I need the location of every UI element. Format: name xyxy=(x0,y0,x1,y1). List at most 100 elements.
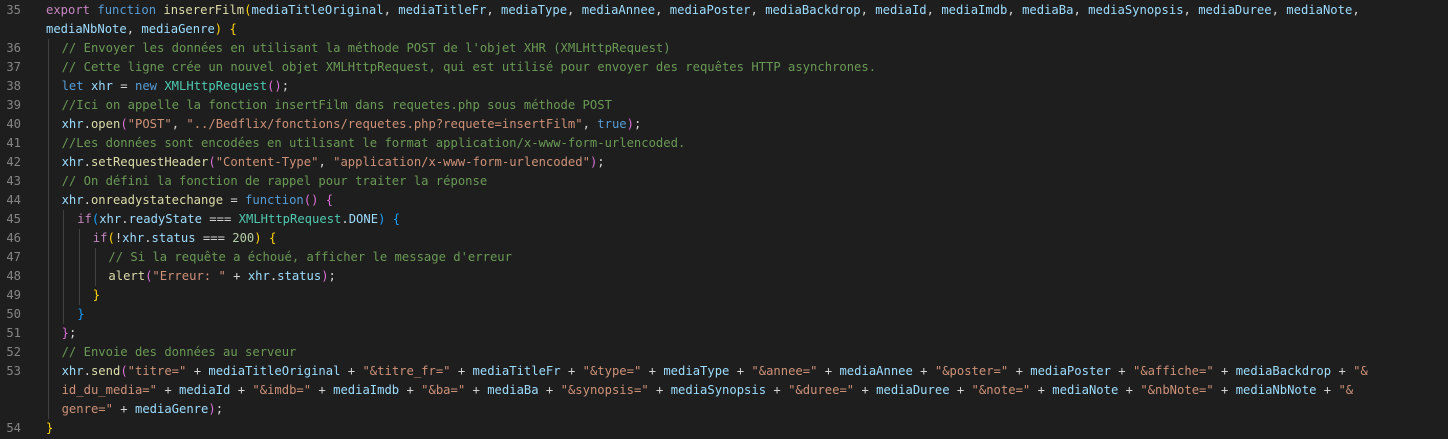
indent-guide xyxy=(63,305,64,324)
line-number: 45 xyxy=(6,212,21,226)
code-token: onreadystatechange xyxy=(90,193,224,207)
code-token: . xyxy=(121,212,129,226)
code-line[interactable]: genre=" + mediaGenre); xyxy=(0,400,1448,419)
code-token: new xyxy=(134,79,157,93)
code-text: alert("Erreur: " + xhr.status); xyxy=(108,267,336,286)
code-line[interactable]: 50} xyxy=(0,305,1448,324)
code-text: // Si la requête a échoué, afficher le m… xyxy=(108,248,512,267)
code-text: }; xyxy=(62,324,77,343)
code-line[interactable]: 48 alert("Erreur: " + xhr.status); xyxy=(0,267,1448,286)
code-token: mediaSynopsis xyxy=(670,383,767,397)
code-line[interactable]: mediaNbNote, mediaGenre) { xyxy=(0,20,1448,39)
code-token: export xyxy=(46,3,91,17)
code-token: // Cette ligne crée un nouvel objet XMLH… xyxy=(61,60,877,74)
code-text: xhr.send("titre=" + mediaTitleOriginal +… xyxy=(62,362,1368,381)
code-token: , xyxy=(318,155,334,169)
code-line[interactable]: 46 if(!xhr.status === 200) { xyxy=(0,229,1448,248)
code-token: "Erreur: " xyxy=(152,269,226,283)
indent-guide xyxy=(63,229,64,248)
code-token: mediaNote xyxy=(1052,383,1119,397)
code-editor[interactable]: 35 export function insererFilm(mediaTitle… xyxy=(0,0,1448,439)
code-text: // On défini la fonction de rappel pour … xyxy=(62,172,488,191)
code-token: + xyxy=(156,383,179,397)
code-line[interactable]: 39 //Ici on appelle la fonction insertFil… xyxy=(0,96,1448,115)
code-token: send xyxy=(90,364,121,378)
code-token: + xyxy=(225,269,248,283)
code-token: ) xyxy=(626,117,634,131)
line-number: 39 xyxy=(6,98,21,112)
code-token: . xyxy=(341,212,349,226)
code-text: //Ici on appelle la fonction insertFilm … xyxy=(62,96,612,115)
code-token: ) xyxy=(321,269,329,283)
line-number: 54 xyxy=(6,421,21,435)
line-number: 41 xyxy=(6,136,21,150)
code-line[interactable]: 35 export function insererFilm(mediaTitle… xyxy=(0,1,1448,20)
code-line[interactable]: 40 xhr.open("POST", "../Bedflix/fonctions… xyxy=(0,115,1448,134)
code-token: + xyxy=(560,364,583,378)
code-token: mediaBa xyxy=(1022,3,1074,17)
code-token: = xyxy=(223,193,246,207)
code-token: , xyxy=(1352,3,1360,17)
code-token: "& xyxy=(1338,383,1354,397)
code-token: xhr xyxy=(61,193,84,207)
code-token: mediaId xyxy=(875,3,927,17)
code-token: + xyxy=(1008,364,1031,378)
code-token: + xyxy=(465,383,488,397)
code-token: //Ici on appelle la fonction insertFilm … xyxy=(61,98,612,112)
code-token: + xyxy=(766,383,789,397)
code-line[interactable]: 37 // Cette ligne crée un nouvel objet XM… xyxy=(0,58,1448,77)
code-line[interactable]: 43 // On défini la fonction de rappel pou… xyxy=(0,172,1448,191)
code-token: mediaDuree xyxy=(1198,3,1272,17)
indent-guide xyxy=(79,248,80,267)
line-number: 48 xyxy=(6,269,21,283)
code-token: } xyxy=(92,288,101,302)
indent-guide xyxy=(79,267,80,286)
code-token: , xyxy=(655,3,670,17)
code-token: } xyxy=(77,307,85,321)
code-token: status xyxy=(277,269,322,283)
indent-guide xyxy=(79,286,80,305)
line-number: 37 xyxy=(6,60,21,74)
code-token: } xyxy=(46,421,54,435)
code-token: mediaImdb xyxy=(941,3,1008,17)
code-line[interactable]: id_du_media=" + mediaId + "&imdb=" + med… xyxy=(0,381,1448,400)
code-line[interactable]: 54} xyxy=(0,419,1448,438)
code-text: xhr.onreadystatechange = function() { xyxy=(62,191,334,210)
code-token: ( xyxy=(107,231,115,245)
code-line[interactable]: 49} xyxy=(0,286,1448,305)
code-token: + xyxy=(186,364,209,378)
code-token: ( xyxy=(208,155,216,169)
indent-guide xyxy=(48,400,49,419)
code-token: "&ba=" xyxy=(421,383,466,397)
code-token: + xyxy=(311,383,334,397)
code-token: + xyxy=(1030,383,1053,397)
code-line[interactable]: 45 if(xhr.readyState === XMLHttpRequest.D… xyxy=(0,210,1448,229)
code-token: true xyxy=(597,117,627,131)
code-text: // Cette ligne crée un nouvel objet XMLH… xyxy=(62,58,876,77)
code-token: ; xyxy=(215,402,224,416)
code-token: + xyxy=(1110,364,1133,378)
indent-guide xyxy=(48,134,49,153)
code-line[interactable]: 52 // Envoie des données au serveur xyxy=(0,343,1448,362)
code-token: , xyxy=(126,22,142,36)
code-token: + xyxy=(641,364,664,378)
indent-guide xyxy=(79,229,80,248)
code-token: function xyxy=(245,193,304,207)
code-token: . xyxy=(83,193,91,207)
code-line[interactable]: 36 // Envoyer les données en utilisant la… xyxy=(0,39,1448,58)
code-line[interactable]: 44 xhr.onreadystatechange = function() { xyxy=(0,191,1448,210)
code-line[interactable]: 41 //Les données sont encodées en utilisa… xyxy=(0,134,1448,153)
code-token: ; xyxy=(68,326,77,340)
code-line[interactable]: 42 xhr.setRequestHeader("Content-Type", "… xyxy=(0,153,1448,172)
code-token: xhr xyxy=(61,364,84,378)
indent-guide xyxy=(48,191,49,210)
code-text: genre=" + mediaGenre); xyxy=(62,400,223,419)
code-line[interactable]: 51}; xyxy=(0,324,1448,343)
code-token: genre=" xyxy=(61,402,113,416)
code-token: === xyxy=(201,212,239,226)
code-line[interactable]: 47 // Si la requête a échoué, afficher le… xyxy=(0,248,1448,267)
code-line[interactable]: 38 let xhr = new XMLHttpRequest(); xyxy=(0,77,1448,96)
code-line[interactable]: 53 xhr.send("titre=" + mediaTitleOriginal… xyxy=(0,362,1448,381)
code-token: , xyxy=(486,3,501,17)
